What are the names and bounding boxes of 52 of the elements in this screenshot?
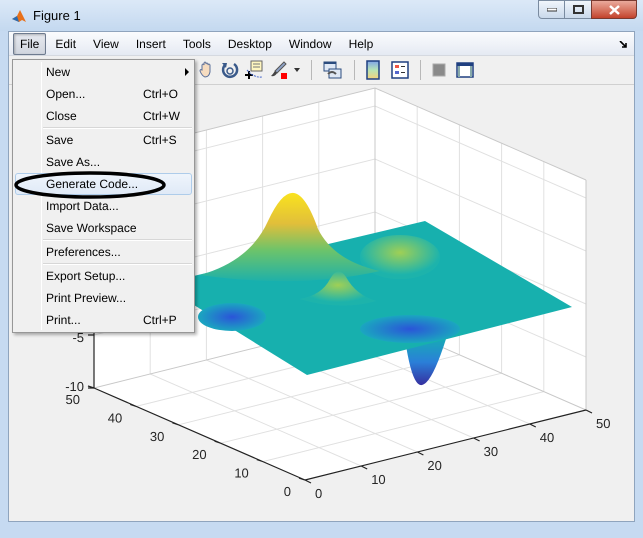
menu-item[interactable]: Window [280, 32, 340, 54]
minimize-icon [546, 8, 556, 12]
tick-label: 0 [284, 484, 291, 499]
menu-item[interactable]: Help [340, 32, 382, 54]
menu-option[interactable]: Save Workspace [15, 217, 192, 239]
tick-label: 30 [484, 444, 498, 459]
tick-label: 10 [371, 472, 386, 487]
close-button[interactable] [591, 0, 637, 19]
tick-label: 10 [234, 466, 249, 481]
menu-option[interactable]: Preferences... [15, 241, 192, 263]
menu-option[interactable]: Print... Ctrl+P [15, 309, 192, 331]
caret-icon[interactable] [294, 68, 300, 72]
tick-label: 50 [66, 392, 80, 407]
menu-option[interactable]: Import Data... [15, 195, 192, 217]
rotate-icon[interactable] [221, 61, 239, 79]
tick-label: 40 [108, 410, 122, 426]
app-icon [11, 8, 27, 24]
menu-option[interactable]: Print Preview... [15, 287, 192, 309]
tick-label: 0 [315, 486, 322, 501]
menu-option[interactable]: New [15, 61, 192, 83]
menu-option[interactable]: Close Ctrl+W [15, 105, 192, 127]
tick-label: 20 [427, 458, 442, 473]
tick-label: 40 [540, 430, 554, 445]
menu-item[interactable]: Edit [47, 32, 84, 54]
tick-label: -5 [72, 330, 84, 345]
minimize-button[interactable] [538, 0, 565, 19]
menu-option[interactable]: Save Ctrl+S [15, 129, 192, 151]
data-cursor-icon[interactable] [244, 60, 264, 80]
menu-item[interactable]: View [85, 32, 127, 54]
tick-label: 50 [596, 416, 610, 431]
window-layout-icon[interactable] [456, 62, 474, 78]
dock-arrow-icon[interactable] [619, 41, 628, 49]
brush-icon[interactable] [269, 60, 289, 80]
legend-icon[interactable] [391, 61, 409, 79]
menu-option[interactable]: Open... Ctrl+O [15, 83, 192, 105]
maximize-icon [572, 5, 584, 14]
window-title: Figure 1 [33, 6, 81, 25]
colorbar-icon[interactable] [366, 60, 380, 80]
maximize-button[interactable] [565, 0, 591, 19]
menu-item[interactable]: Desktop [220, 32, 280, 54]
close-icon [608, 4, 620, 14]
tick-label: 20 [192, 447, 207, 462]
menu-option[interactable]: Save As... [15, 151, 192, 173]
surface-hollow [198, 303, 266, 331]
tick-label: 30 [150, 428, 164, 444]
menu-option[interactable]: Export Setup... [15, 265, 192, 287]
hide-tools-icon[interactable] [432, 63, 446, 77]
tick-label: -10 [65, 379, 84, 394]
menu-item[interactable]: Insert [128, 32, 174, 54]
menu-item[interactable]: File [13, 32, 46, 54]
menu-item[interactable]: Tools [174, 32, 219, 54]
linked-windows-icon[interactable] [323, 60, 343, 80]
